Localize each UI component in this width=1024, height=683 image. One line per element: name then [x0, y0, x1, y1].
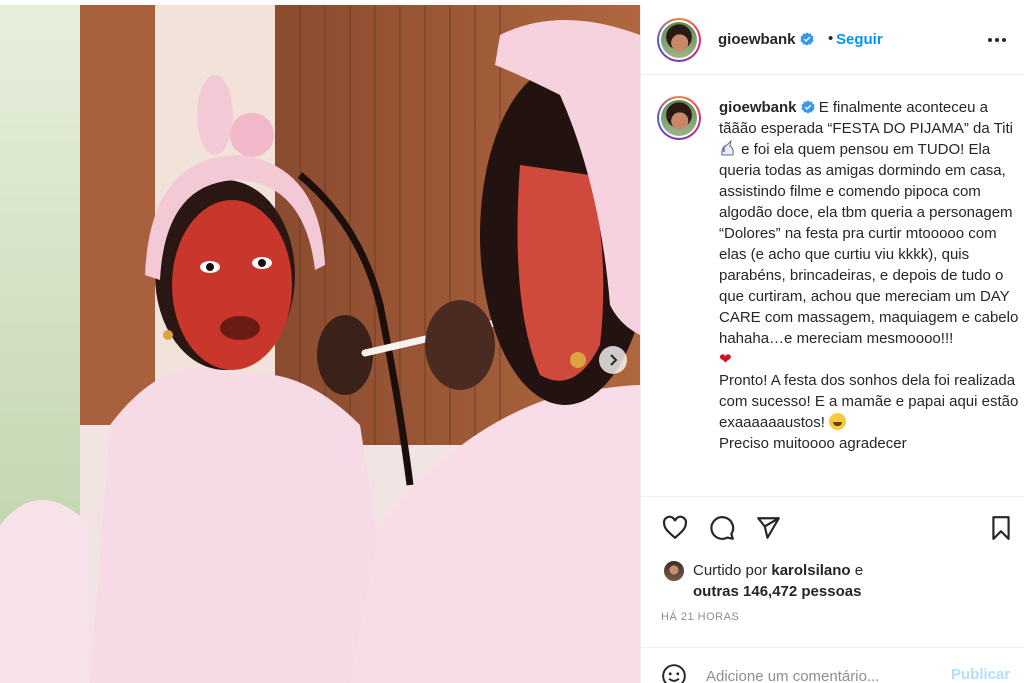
likes-line-1: Curtido por karolsilano e [693, 562, 863, 579]
likes-summary: Curtido por karolsilano e outras 146,472… [641, 556, 1024, 606]
bookmark-icon [992, 516, 1010, 540]
verified-badge-icon [800, 100, 815, 114]
verified-badge-icon [799, 32, 814, 46]
more-options-button[interactable] [985, 30, 1009, 50]
like-button[interactable] [661, 515, 689, 543]
post-caption: gioewbank E finalmente aconteceu a tããão… [719, 97, 1019, 454]
heart-icon [662, 515, 688, 540]
laughing-emoji-icon [829, 413, 847, 430]
separator-dot: • [828, 30, 834, 47]
chevron-right-icon [610, 354, 618, 366]
caption-text-part2: e foi ela quem pensou em TUDO! Ela queri… [719, 141, 1019, 347]
more-options-icon [988, 38, 1006, 42]
caption-text-part4: Preciso muitoooo agradecer [719, 435, 907, 452]
caption-avatar-icon[interactable] [657, 96, 701, 140]
liker-username[interactable]: karolsilano [771, 562, 850, 579]
likes-prefix: Curtido por [693, 562, 768, 579]
emoji-button[interactable] [661, 663, 687, 683]
carousel-next-button[interactable] [599, 346, 627, 374]
liker-avatar-icon[interactable] [663, 560, 685, 582]
save-button[interactable] [987, 515, 1015, 543]
avatar-icon[interactable] [657, 18, 701, 62]
comment-bar: Publicar [641, 647, 1024, 683]
likes-suffix: e [854, 562, 864, 579]
share-button[interactable] [754, 515, 782, 543]
caption-area: gioewbank E finalmente aconteceu a tããão… [641, 76, 1024, 496]
post-actions [641, 496, 1024, 556]
comment-icon [710, 516, 735, 540]
comment-input[interactable] [706, 665, 946, 683]
emoji-smile-icon [662, 664, 686, 683]
post-side-panel: gioewbank • Seguir gioewbank E finalment… [640, 5, 1024, 683]
likes-others-link[interactable]: outras 146,472 pessoas [693, 583, 861, 600]
post-header: gioewbank • Seguir [641, 5, 1024, 75]
caption-text-part3: Pronto! A festa dos sonhos dela foi real… [719, 372, 1019, 431]
post-photo-image [0, 5, 640, 683]
unicorn-emoji-icon [721, 140, 734, 156]
post-photo[interactable] [0, 5, 640, 683]
heart-emoji-icon: ❤ [719, 351, 732, 368]
post-timestamp[interactable]: HÁ 21 HORAS [661, 611, 739, 623]
header-username[interactable]: gioewbank [718, 31, 814, 48]
publish-comment-button[interactable]: Publicar [951, 666, 1010, 683]
caption-username[interactable]: gioewbank [719, 99, 797, 116]
comment-button[interactable] [708, 515, 736, 543]
follow-button[interactable]: Seguir [836, 31, 883, 48]
send-icon [757, 517, 780, 539]
